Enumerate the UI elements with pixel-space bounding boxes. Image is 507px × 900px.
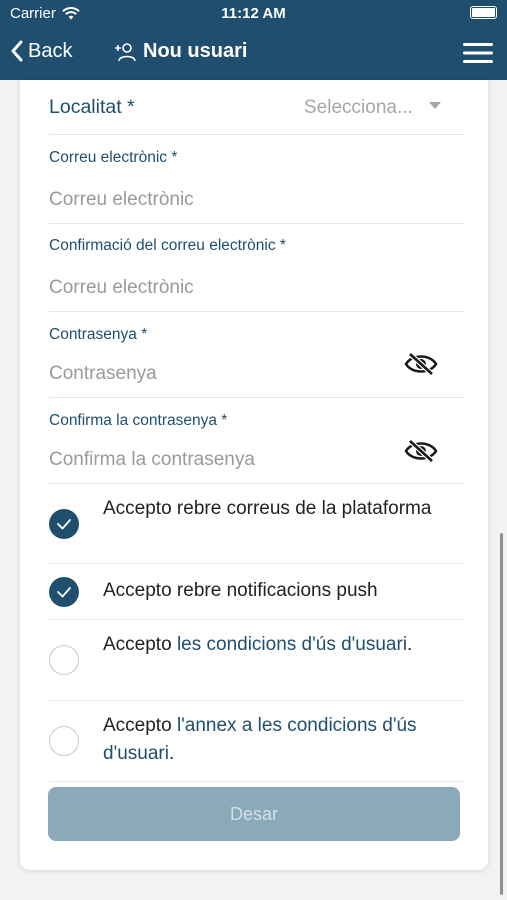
accept-emails-label: Accepto rebre correus de la plataforma [103, 498, 432, 519]
accept-push-option[interactable]: Accepto rebre notificacions push [49, 563, 464, 620]
email-input[interactable]: Correu electrònic [49, 189, 194, 211]
accept-push-label: Accepto rebre notificacions push [103, 580, 378, 601]
accept-annex-option[interactable]: Accepto l'annex a les condicions d'ús d'… [49, 700, 464, 782]
accept-annex-label: Accepto l'annex a les condicions d'ús d'… [103, 715, 417, 764]
accept-terms-label: Accepto les condicions d'ús d'usuari. [103, 634, 413, 655]
back-label: Back [28, 39, 73, 62]
navigation-bar: Back Nou usuari [0, 28, 507, 80]
password-input[interactable]: Contrasenya [49, 363, 157, 385]
hide-password-confirm-icon[interactable] [404, 439, 438, 463]
password-confirm-input[interactable]: Confirma la contrasenya [49, 449, 255, 471]
back-button[interactable]: Back [10, 39, 72, 63]
battery-icon [470, 6, 497, 19]
email-confirm-label: Confirmació del correu electrònic * [49, 237, 286, 254]
accept-emails-option[interactable]: Accepto rebre correus de la plataforma [49, 483, 464, 564]
accept-terms-checkbox[interactable] [49, 645, 79, 675]
password-field[interactable]: Contrasenya * Contrasenya [49, 311, 464, 398]
localitat-label: Localitat * [49, 96, 135, 118]
email-label: Correu electrònic * [49, 149, 178, 166]
email-confirm-field[interactable]: Confirmació del correu electrònic * Corr… [49, 223, 464, 312]
page-title: Nou usuari [115, 40, 247, 63]
save-button[interactable]: Desar [48, 787, 460, 841]
email-confirm-input[interactable]: Correu electrònic [49, 277, 194, 299]
password-label: Contrasenya * [49, 326, 148, 343]
accept-push-checkbox[interactable] [49, 577, 79, 607]
password-confirm-field[interactable]: Confirma la contrasenya * Confirma la co… [49, 397, 464, 484]
add-user-icon [115, 42, 136, 61]
accept-emails-checkbox[interactable] [49, 509, 79, 539]
accept-terms-option[interactable]: Accepto les condicions d'ús d'usuari. [49, 619, 464, 701]
terms-link[interactable]: les condicions d'ús d'usuari [177, 634, 407, 655]
localitat-field[interactable]: Localitat * Selecciona... [49, 80, 464, 135]
hamburger-menu-icon[interactable] [463, 41, 493, 65]
accept-annex-checkbox[interactable] [49, 726, 79, 756]
status-bar: Carrier 11:12 AM [0, 0, 507, 28]
password-confirm-label: Confirma la contrasenya * [49, 412, 228, 429]
localitat-select-placeholder[interactable]: Selecciona... [304, 97, 413, 119]
scrollbar[interactable] [500, 533, 503, 895]
checkmark-icon [57, 587, 71, 598]
page-title-text: Nou usuari [143, 40, 248, 62]
checkmark-icon [57, 519, 71, 530]
clock: 11:12 AM [221, 5, 286, 22]
hide-password-icon[interactable] [404, 352, 438, 376]
email-field[interactable]: Correu electrònic * Correu electrònic [49, 134, 464, 224]
dropdown-arrow-icon [429, 102, 441, 109]
chevron-left-icon [11, 40, 23, 62]
